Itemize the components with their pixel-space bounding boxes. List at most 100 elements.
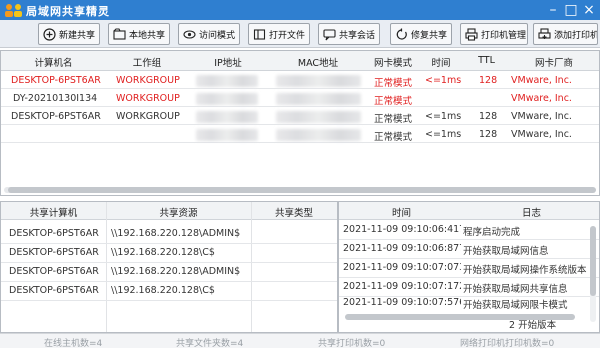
share-resource: \\192.168.220.128\ADMIN$ — [111, 266, 241, 277]
app-title: 局域网共享精灵 — [26, 5, 110, 18]
col-time[interactable]: 时间 — [418, 55, 464, 69]
share-resource: \\192.168.220.128\C$ — [111, 285, 215, 296]
workgroup: WORKGROUP — [116, 111, 180, 122]
col-computer-name[interactable]: 计算机名 — [1, 55, 106, 69]
col-mac[interactable]: MAC地址 — [268, 55, 368, 69]
toolbar: 新建共享 本地共享 访问模式 打开文件 共享会话 修复共享 打印机管理 添加打印… — [0, 20, 600, 48]
nic-mode: 正常模式 — [374, 96, 413, 107]
add-printer-icon — [538, 27, 551, 39]
access-mode-label: 访问模式 — [199, 30, 236, 41]
log-row[interactable]: 2021-11-09 09:10:06:417 程序启动完成 — [339, 221, 599, 240]
printer-icon — [465, 27, 478, 41]
table-row[interactable]: DESKTOP-6PST6AR \\192.168.220.128\C$ — [1, 244, 337, 263]
log-message: 开始获取局域网限卡模式 — [463, 300, 568, 311]
open-file-label: 打开文件 — [269, 30, 306, 41]
ttl: 128 — [479, 129, 498, 140]
plus-circle-icon — [43, 27, 56, 41]
chat-icon — [323, 28, 336, 40]
ip-redacted — [196, 93, 258, 105]
minimize-icon[interactable]: – — [544, 1, 562, 19]
repair-share-button[interactable]: 修复共享 — [390, 23, 452, 45]
computer-name: DESKTOP-6PST6AR — [11, 111, 101, 122]
add-printer-label: 添加打印机 — [554, 30, 598, 41]
shared-printers-count: 共享打印机数=0 — [318, 339, 386, 348]
log-row[interactable]: 2021-11-09 09:10:07:073 开始获取局域网操作系统版本 — [339, 259, 599, 278]
ping-time: <=1ms — [425, 129, 462, 140]
log-message: 开始获取局域网共享信息 — [463, 284, 568, 295]
vendor: VMware, Inc. — [511, 75, 572, 86]
printer-management-button[interactable]: 打印机管理 — [460, 23, 528, 45]
col-vendor[interactable]: 网卡厂商 — [509, 55, 599, 69]
ip-redacted — [196, 129, 258, 141]
local-share-label: 本地共享 — [129, 30, 166, 41]
ip-redacted — [196, 111, 258, 123]
repair-icon — [396, 28, 407, 40]
ping-time: <=1ms — [425, 75, 462, 86]
mac-redacted — [276, 129, 361, 141]
computer-name: DESKTOP-6PST6AR — [11, 75, 101, 86]
log-message: 开始获取局域网操作系统版本 — [463, 265, 587, 276]
col-log-time[interactable]: 时间 — [339, 205, 464, 219]
log-row[interactable]: 2021-11-09 09:10:06:877 开始获取局域网信息 — [339, 240, 599, 259]
table-row[interactable]: DESKTOP-6PST6AR \\192.168.220.128\ADMIN$ — [1, 225, 337, 244]
table-row[interactable]: 正常模式 <=1ms 128 VMware, Inc. — [1, 127, 599, 143]
ip-redacted — [196, 75, 258, 87]
vendor: VMware, Inc. — [511, 129, 572, 140]
title-bar: 局域网共享精灵 – □ × — [0, 0, 600, 20]
col-log-message[interactable]: 日志 — [464, 205, 599, 219]
shares-header: 共享计算机 共享资源 共享类型 — [1, 202, 337, 220]
close-icon[interactable]: × — [580, 1, 598, 19]
open-folder-icon — [253, 28, 266, 40]
online-hosts-count: 在线主机数=4 — [44, 339, 103, 348]
hosts-horizontal-scrollbar[interactable] — [4, 187, 596, 193]
status-bar: 在线主机数=4 共享文件夹数=4 共享打印机数=0 网络打印机打印机数=0 — [0, 333, 600, 348]
col-nic-mode[interactable]: 网卡模式 — [368, 55, 418, 69]
new-share-label: 新建共享 — [59, 30, 96, 41]
col-share-type[interactable]: 共享类型 — [251, 205, 337, 219]
new-share-button[interactable]: 新建共享 — [38, 23, 100, 45]
vendor: VMware, Inc. — [511, 111, 572, 122]
local-share-button[interactable]: 本地共享 — [108, 23, 170, 45]
table-row[interactable]: DESKTOP-6PST6AR \\192.168.220.128\ADMIN$ — [1, 263, 337, 282]
log-time: 2021-11-09 09:10:06:417 — [343, 224, 461, 235]
shared-folders-count: 共享文件夹数=4 — [176, 339, 244, 348]
col-share-resource[interactable]: 共享资源 — [106, 205, 251, 219]
vendor: VMware, Inc. — [511, 93, 572, 104]
scrollbar-thumb[interactable] — [8, 187, 596, 193]
table-row[interactable]: DESKTOP-6PST6AR WORKGROUP 正常模式 <=1ms 128… — [1, 109, 599, 125]
log-time: 2021-11-09 09:10:07:073 — [343, 262, 461, 273]
maximize-icon[interactable]: □ — [562, 1, 580, 19]
log-message: 开始获取局域网信息 — [463, 246, 549, 257]
add-printer-button[interactable]: 添加打印机 — [533, 23, 598, 45]
share-computer: DESKTOP-6PST6AR — [9, 266, 99, 277]
col-workgroup[interactable]: 工作组 — [106, 55, 188, 69]
col-ip[interactable]: IP地址 — [188, 55, 268, 69]
hosts-header: 计算机名 工作组 IP地址 MAC地址 网卡模式 时间 TTL 网卡厂商 — [1, 51, 599, 71]
mac-redacted — [276, 75, 361, 87]
log-time: 2021-11-09 09:10:07:172 — [343, 281, 461, 292]
share-session-button[interactable]: 共享会话 — [318, 23, 380, 45]
share-computer: DESKTOP-6PST6AR — [9, 285, 99, 296]
col-share-computer[interactable]: 共享计算机 — [1, 205, 106, 219]
eye-icon — [183, 29, 196, 39]
log-horizontal-scrollbar[interactable] — [345, 314, 575, 320]
access-mode-button[interactable]: 访问模式 — [178, 23, 240, 45]
share-computer: DESKTOP-6PST6AR — [9, 228, 99, 239]
log-vertical-scrollbar[interactable] — [590, 226, 596, 322]
network-printers-count: 网络打印机打印机数=0 — [460, 339, 555, 348]
workgroup: WORKGROUP — [116, 93, 180, 104]
table-row[interactable]: DY-20210130I134 WORKGROUP 正常模式 VMware, I… — [1, 91, 599, 107]
open-file-button[interactable]: 打开文件 — [248, 23, 310, 45]
scrollbar-thumb[interactable] — [590, 226, 596, 296]
share-computer: DESKTOP-6PST6AR — [9, 247, 99, 258]
table-row[interactable]: DESKTOP-6PST6AR \\192.168.220.128\C$ — [1, 282, 337, 301]
col-ttl[interactable]: TTL — [464, 55, 509, 66]
log-message: 程序启动完成 — [463, 227, 521, 238]
log-row[interactable]: 2021-11-09 09:10:07:172 开始获取局域网共享信息 — [339, 278, 599, 297]
nic-mode: 正常模式 — [374, 78, 413, 89]
table-row[interactable]: DESKTOP-6PST6AR WORKGROUP 正常模式 <=1ms 128… — [1, 73, 599, 89]
log-time: 2021-11-09 09:10:06:877 — [343, 243, 461, 254]
ttl: 128 — [479, 75, 498, 86]
mac-redacted — [276, 93, 361, 105]
repair-share-label: 修复共享 — [411, 30, 448, 41]
